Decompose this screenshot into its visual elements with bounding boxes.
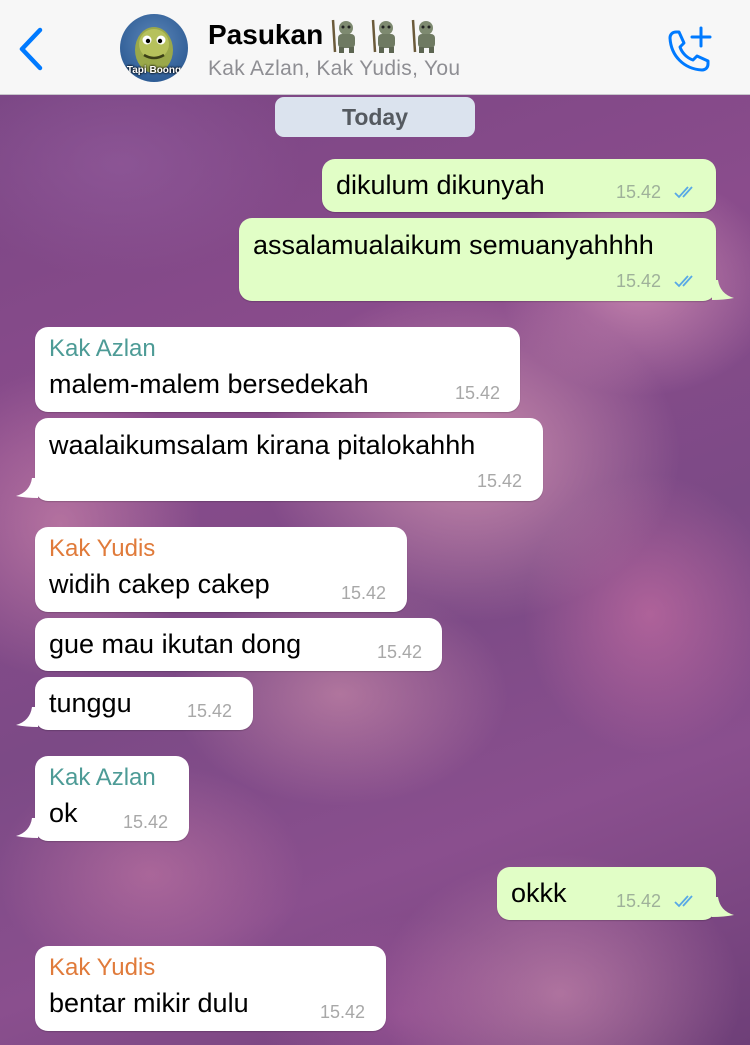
sender-name: Kak Yudis <box>49 535 156 562</box>
read-ticks-icon <box>674 186 693 199</box>
message-text: tunggu <box>49 688 132 718</box>
incoming-message[interactable]: tunggu 15.42 <box>35 677 253 730</box>
message-text: malem-malem bersedekah <box>49 369 369 399</box>
message-time: 15.42 <box>616 271 662 291</box>
message-text: gue mau ikutan dong <box>49 629 302 659</box>
incoming-message[interactable]: Kak Azlan ok 15.42 <box>35 756 189 841</box>
incoming-message[interactable]: Kak Azlan malem-malem bersedekah 15.42 <box>35 327 520 412</box>
message-time: 15.42 <box>123 812 169 832</box>
group-avatar[interactable]: Tapi Boong <box>120 14 188 82</box>
incoming-message[interactable]: Kak Yudis widih cakep cakep 15.42 <box>35 527 407 612</box>
sender-name: Kak Azlan <box>49 335 156 362</box>
date-separator: Today <box>275 97 475 137</box>
outgoing-message[interactable]: assalamualaikum semuanyahhhh 15.42 <box>239 218 716 301</box>
sender-name: Kak Azlan <box>49 764 156 791</box>
message-text: widih cakep cakep <box>49 569 270 599</box>
incoming-message[interactable]: gue mau ikutan dong 15.42 <box>35 618 442 671</box>
read-ticks-icon <box>674 275 693 288</box>
troll-emoji-icon <box>371 19 396 53</box>
bubble-tail <box>16 478 38 498</box>
bubble-tail <box>712 280 734 300</box>
message-text: dikulum dikunyah <box>336 170 545 200</box>
outgoing-message[interactable]: dikulum dikunyah 15.42 <box>322 159 716 212</box>
bubble-tail <box>16 818 38 838</box>
message-text: bentar mikir dulu <box>49 988 249 1018</box>
members-list[interactable]: Kak Azlan, Kak Yudis, You <box>208 57 460 81</box>
group-title[interactable]: Pasukan <box>208 16 443 54</box>
add-call-icon[interactable] <box>660 24 716 76</box>
message-time: 15.42 <box>616 891 662 911</box>
message-time: 15.42 <box>616 182 662 202</box>
back-chevron-icon[interactable] <box>14 26 48 72</box>
message-text: waalaikumsalam kirana pitalokahhh <box>49 430 476 460</box>
message-time: 15.42 <box>187 701 233 721</box>
message-text: okkk <box>511 878 567 908</box>
outgoing-message[interactable]: okkk 15.42 <box>497 867 716 920</box>
message-time: 15.42 <box>341 583 387 603</box>
message-text: assalamualaikum semuanyahhhh <box>253 230 654 260</box>
incoming-message[interactable]: waalaikumsalam kirana pitalokahhh 15.42 <box>35 418 543 501</box>
sender-name: Kak Yudis <box>49 954 156 981</box>
bubble-tail <box>712 897 734 917</box>
bubble-tail <box>16 707 38 727</box>
chat-header: Tapi Boong Pasukan Kak Azlan, Kak Yudis,… <box>0 0 750 95</box>
troll-emoji-icon <box>331 19 356 53</box>
message-time: 15.42 <box>455 383 501 403</box>
read-ticks-icon <box>674 895 693 908</box>
message-time: 15.42 <box>477 471 523 491</box>
group-name: Pasukan <box>208 19 324 50</box>
avatar-caption: Tapi Boong <box>126 65 182 76</box>
message-text: ok <box>49 798 78 828</box>
message-time: 15.42 <box>377 642 423 662</box>
troll-emoji-icon <box>411 19 436 53</box>
incoming-message[interactable]: Kak Yudis bentar mikir dulu 15.42 <box>35 946 386 1031</box>
message-time: 15.42 <box>320 1002 366 1022</box>
